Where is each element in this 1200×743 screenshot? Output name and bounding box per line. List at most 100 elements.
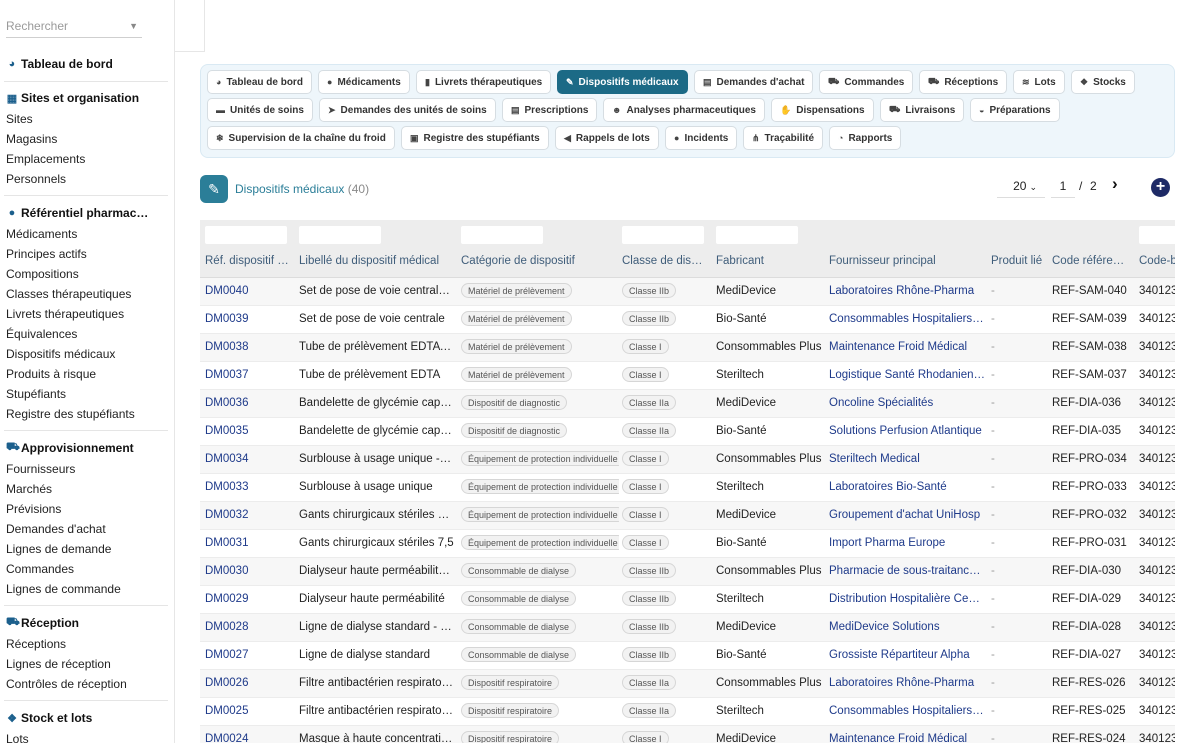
column-filter-input[interactable] (716, 226, 798, 244)
sidebar-item[interactable]: Fournisseurs (6, 462, 75, 476)
column-header[interactable]: Catégorie de dispositif (461, 255, 619, 267)
device-ref-link[interactable]: DM0030 (205, 558, 295, 585)
column-filter-input[interactable] (622, 226, 704, 244)
table-row[interactable]: DM0031 Gants chirurgicaux stériles 7,5 Équ… (200, 530, 1175, 558)
device-ref-link[interactable]: DM0026 (205, 670, 295, 697)
device-ref-link[interactable]: DM0038 (205, 334, 295, 361)
supplier-link[interactable]: Steriltech Medical (829, 446, 986, 473)
sidebar-item[interactable]: Contrôles de réception (6, 677, 127, 691)
tab-15[interactable]: ◒ Préparations (970, 98, 1060, 122)
device-ref-link[interactable]: DM0039 (205, 306, 295, 333)
tab-14[interactable]: ⛟ Livraisons (880, 98, 965, 122)
sidebar-item[interactable]: Registre des stupéfiants (6, 407, 135, 421)
sidebar-item[interactable]: Emplacements (6, 152, 85, 166)
sidebar-item[interactable]: Magasins (6, 132, 57, 146)
sidebar-item[interactable]: Équivalences (6, 327, 77, 341)
next-page-button[interactable]: › (1112, 174, 1118, 194)
table-row[interactable]: DM0035 Bandelette de glycémie capi… Dispos… (200, 418, 1175, 446)
tab-1[interactable]: ● Médicaments (318, 70, 410, 94)
sidebar-item[interactable]: Prévisions (6, 502, 61, 516)
tab-5[interactable]: ⛟ Commandes (819, 70, 914, 94)
supplier-link[interactable]: Groupement d'achat UniHosp (829, 502, 986, 529)
column-filter-input[interactable] (299, 226, 381, 244)
table-row[interactable]: DM0037 Tube de prélèvement EDTA Matériel d… (200, 362, 1175, 390)
sidebar-section-2[interactable]: ⛟ Approvisionnement (6, 441, 134, 455)
sidebar-item[interactable]: Stupéfiants (6, 387, 66, 401)
device-ref-link[interactable]: DM0029 (205, 586, 295, 613)
sidebar-item[interactable]: Lignes de commande (6, 582, 121, 596)
tab-21[interactable]: ◔ Rapports (829, 126, 902, 150)
column-header[interactable]: Code-b (1139, 255, 1175, 267)
tab-4[interactable]: ▤ Demandes d'achat (694, 70, 814, 94)
table-row[interactable]: DM0040 Set de pose de voie central… Matéri… (200, 278, 1175, 306)
tab-11[interactable]: ▤ Prescriptions (502, 98, 598, 122)
supplier-link[interactable]: Consommables Hospitaliers… (829, 698, 986, 725)
supplier-link[interactable]: Solutions Perfusion Atlantique (829, 418, 986, 445)
sidebar-item[interactable]: Sites (6, 112, 33, 126)
device-ref-link[interactable]: DM0024 (205, 726, 295, 743)
add-record-button[interactable]: + (1151, 178, 1170, 197)
sidebar-item[interactable]: Produits à risque (6, 367, 96, 381)
sidebar-item[interactable]: Livrets thérapeutiques (6, 307, 124, 321)
device-ref-link[interactable]: DM0032 (205, 502, 295, 529)
sidebar-item[interactable]: Lignes de réception (6, 657, 111, 671)
page-number-input[interactable]: 1 (1051, 176, 1075, 198)
column-filter-input[interactable] (1139, 226, 1175, 244)
table-row[interactable]: DM0030 Dialyseur haute perméabilit… Consom… (200, 558, 1175, 586)
supplier-link[interactable]: Laboratoires Rhône-Pharma (829, 670, 986, 697)
tab-2[interactable]: ▮ Livrets thérapeutiques (416, 70, 552, 94)
column-header[interactable]: Produit lié (991, 255, 1049, 267)
tab-10[interactable]: ➤ Demandes des unités de soins (319, 98, 496, 122)
supplier-link[interactable]: Logistique Santé Rhodanien… (829, 362, 986, 389)
column-filter-input[interactable] (205, 226, 287, 244)
sidebar-item[interactable]: Classes thérapeutiques (6, 287, 131, 301)
tab-0[interactable]: ◕ Tableau de bord (207, 70, 312, 94)
supplier-link[interactable]: Distribution Hospitalière Ce… (829, 586, 986, 613)
column-header[interactable]: Classe de dis… (622, 255, 712, 267)
tab-7[interactable]: ≋ Lots (1013, 70, 1065, 94)
tab-13[interactable]: ✋ Dispensations (771, 98, 874, 122)
sidebar-section-0[interactable]: ▦ Sites et organisation (6, 91, 139, 105)
device-ref-link[interactable]: DM0033 (205, 474, 295, 501)
tab-16[interactable]: ❄ Supervision de la chaîne du froid (207, 126, 395, 150)
sidebar-section-3[interactable]: ⛟ Réception (6, 616, 79, 630)
tab-20[interactable]: ⋔ Traçabilité (743, 126, 824, 150)
device-ref-link[interactable]: DM0035 (205, 418, 295, 445)
tab-8[interactable]: ❖ Stocks (1071, 70, 1135, 94)
sidebar-item[interactable]: Marchés (6, 482, 52, 496)
tab-17[interactable]: ▣ Registre des stupéfiants (401, 126, 549, 150)
column-header[interactable]: Fabricant (716, 255, 826, 267)
sidebar-item[interactable]: Demandes d'achat (6, 522, 106, 536)
table-row[interactable]: DM0026 Filtre antibactérien respirato… Dis… (200, 670, 1175, 698)
supplier-link[interactable]: MediDevice Solutions (829, 614, 986, 641)
tab-9[interactable]: ▬ Unités de soins (207, 98, 313, 122)
device-ref-link[interactable]: DM0036 (205, 390, 295, 417)
table-row[interactable]: DM0024 Masque à haute concentrati… Disposi… (200, 726, 1175, 743)
device-ref-link[interactable]: DM0028 (205, 614, 295, 641)
supplier-link[interactable]: Consommables Hospitaliers… (829, 306, 986, 333)
page-size-select[interactable]: 20 ⌄ (997, 176, 1045, 198)
supplier-link[interactable]: Oncoline Spécialités (829, 390, 986, 417)
device-ref-link[interactable]: DM0040 (205, 278, 295, 305)
sidebar-item[interactable]: Médicaments (6, 227, 77, 241)
table-row[interactable]: DM0029 Dialyseur haute perméabilité Consom… (200, 586, 1175, 614)
supplier-link[interactable]: Pharmacie de sous-traitanc… (829, 558, 986, 585)
supplier-link[interactable]: Laboratoires Rhône-Pharma (829, 278, 986, 305)
column-header[interactable]: Réf. dispositif … (205, 255, 295, 267)
sidebar-section-4[interactable]: ❖ Stock et lots (6, 711, 92, 725)
table-row[interactable]: DM0038 Tube de prélèvement EDTA … Matériel… (200, 334, 1175, 362)
supplier-link[interactable]: Maintenance Froid Médical (829, 334, 986, 361)
sidebar-item[interactable]: Principes actifs (6, 247, 87, 261)
sidebar-dashboard[interactable]: ◕ Tableau de bord (6, 57, 113, 71)
sidebar-item[interactable]: Réceptions (6, 637, 66, 651)
supplier-link[interactable]: Laboratoires Bio-Santé (829, 474, 986, 501)
supplier-link[interactable]: Import Pharma Europe (829, 530, 986, 557)
sidebar-section-1[interactable]: ● Référentiel pharmac… (6, 206, 149, 220)
sidebar-item[interactable]: Personnels (6, 172, 66, 186)
table-row[interactable]: DM0036 Bandelette de glycémie capi… Dispos… (200, 390, 1175, 418)
supplier-link[interactable]: Maintenance Froid Médical (829, 726, 986, 743)
device-ref-link[interactable]: DM0031 (205, 530, 295, 557)
sidebar-search-select[interactable]: Rechercher ▼ (6, 14, 142, 38)
tab-3[interactable]: ✎ Dispositifs médicaux (557, 70, 688, 94)
table-row[interactable]: DM0034 Surblouse à usage unique - … Équipe… (200, 446, 1175, 474)
